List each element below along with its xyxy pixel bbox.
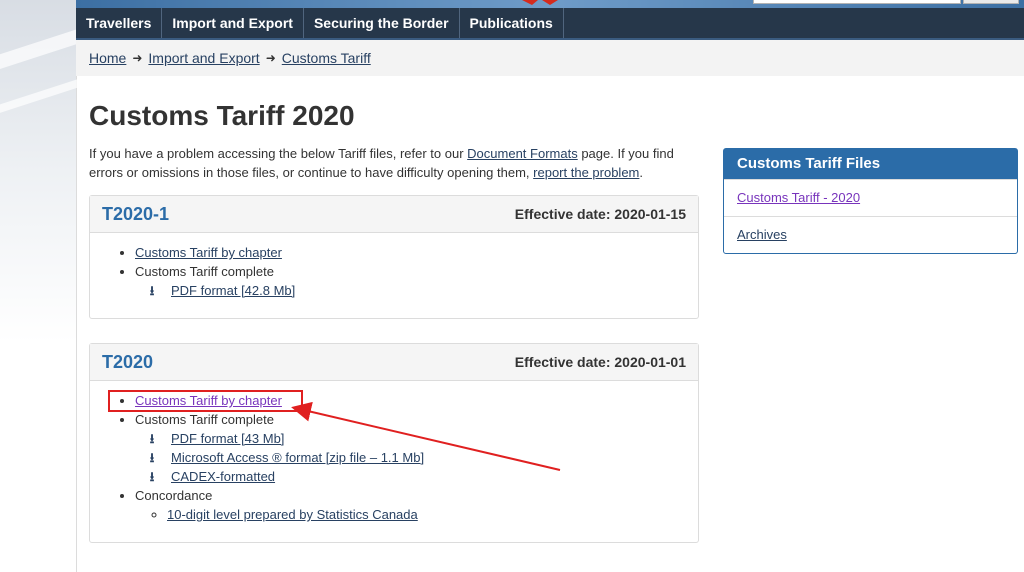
cadex-download-link[interactable]: CADEX-formatted <box>171 467 275 486</box>
panel-body: Customs Tariff by chapter Customs Tariff… <box>90 233 698 318</box>
list-item: Concordance 10-digit level prepared by S… <box>135 486 698 524</box>
main-nav: Travellers Import and Export Securing th… <box>76 8 1024 40</box>
nav-item-import-export[interactable]: Import and Export <box>162 8 304 38</box>
panel-title: T2020-1 <box>102 203 170 224</box>
sidebar-link[interactable]: Customs Tariff - 2020 <box>737 190 860 205</box>
download-list: ⭳ PDF format [42.8 Mb] <box>135 281 698 300</box>
download-list: ⭳ PDF format [43 Mb] ⭳ Microsoft Access ® … <box>135 429 698 486</box>
intro-text-part: If you have a problem accessing the belo… <box>89 146 468 161</box>
download-item: ⭳ CADEX-formatted <box>145 467 698 486</box>
search-button[interactable] <box>963 0 1019 4</box>
download-item: ⭳ PDF format [42.8 Mb] <box>145 281 698 300</box>
intro-text-part: . <box>639 165 644 180</box>
nav-item-publications[interactable]: Publications <box>460 8 564 38</box>
download-icon: ⭳ <box>149 283 155 298</box>
panel-header: T2020 Effective date: 2020-01-01 <box>90 344 698 381</box>
nav-item-securing-border[interactable]: Securing the Border <box>304 8 460 38</box>
concordance-link[interactable]: 10-digit level prepared by Statistics Ca… <box>167 507 418 522</box>
breadcrumb-customs-tariff[interactable]: Customs Tariff <box>282 50 371 66</box>
intro-text: If you have a problem accessing the belo… <box>89 144 699 182</box>
file-list: Customs Tariff by chapter Customs Tariff… <box>118 243 698 300</box>
list-item: Customs Tariff by chapter <box>135 243 698 262</box>
canada-flag-icon <box>522 0 558 5</box>
sidebar-title: Customs Tariff Files <box>724 149 1017 179</box>
sidebar-customs-tariff-files: Customs Tariff Files Customs Tariff - 20… <box>723 148 1018 254</box>
by-chapter-link[interactable]: Customs Tariff by chapter <box>135 245 282 260</box>
document-formats-link[interactable]: Document Formats <box>467 146 578 161</box>
breadcrumb: Home ➜ Import and Export ➜ Customs Tarif… <box>76 40 1024 76</box>
page-title: Customs Tariff 2020 <box>89 100 355 131</box>
complete-label: Customs Tariff complete <box>135 264 274 279</box>
nav-item-travellers[interactable]: Travellers <box>76 8 163 38</box>
download-item: ⭳ PDF format [43 Mb] <box>145 429 698 448</box>
pdf-download-link[interactable]: PDF format [43 Mb] <box>171 429 284 448</box>
complete-label: Customs Tariff complete <box>135 412 274 427</box>
concordance-label: Concordance <box>135 488 213 503</box>
main-content: Customs Tariff 2020 If you have a proble… <box>89 100 699 182</box>
annotation-highlight-box <box>108 390 303 412</box>
search-input[interactable] <box>753 0 961 4</box>
list-item: Customs Tariff complete ⭳ PDF format [42.… <box>135 262 698 300</box>
report-problem-link[interactable]: report the problem <box>533 165 639 180</box>
pdf-download-link[interactable]: PDF format [42.8 Mb] <box>171 281 295 300</box>
download-icon: ⭳ <box>149 450 155 465</box>
download-icon: ⭳ <box>149 431 155 446</box>
left-decorative-strip <box>0 0 109 572</box>
arrow-right-icon: ➜ <box>265 51 276 65</box>
list-item: 10-digit level prepared by Statistics Ca… <box>167 505 698 524</box>
tariff-panel-t2020: T2020 Effective date: 2020-01-01 Customs… <box>89 343 699 543</box>
effective-date: Effective date: 2020-01-01 <box>514 354 686 370</box>
panel-header: T2020-1 Effective date: 2020-01-15 <box>90 196 698 233</box>
arrow-right-icon: ➜ <box>132 51 143 65</box>
download-icon: ⭳ <box>149 469 155 484</box>
breadcrumb-home[interactable]: Home <box>89 50 126 66</box>
access-download-link[interactable]: Microsoft Access ® format [zip file – 1.… <box>171 448 424 467</box>
panel-title: T2020 <box>102 351 154 372</box>
list-item: Customs Tariff complete ⭳ PDF format [43 … <box>135 410 698 486</box>
sidebar-link[interactable]: Archives <box>737 227 787 242</box>
effective-date: Effective date: 2020-01-15 <box>514 206 686 222</box>
tariff-panel-t2020-1: T2020-1 Effective date: 2020-01-15 Custo… <box>89 195 699 319</box>
breadcrumb-import-export[interactable]: Import and Export <box>148 50 259 66</box>
sidebar-item-archives: Archives <box>724 216 1017 253</box>
download-item: ⭳ Microsoft Access ® format [zip file – 1… <box>145 448 698 467</box>
concordance-list: 10-digit level prepared by Statistics Ca… <box>135 505 698 524</box>
sidebar-item-customs-tariff-2020: Customs Tariff - 2020 <box>724 179 1017 216</box>
